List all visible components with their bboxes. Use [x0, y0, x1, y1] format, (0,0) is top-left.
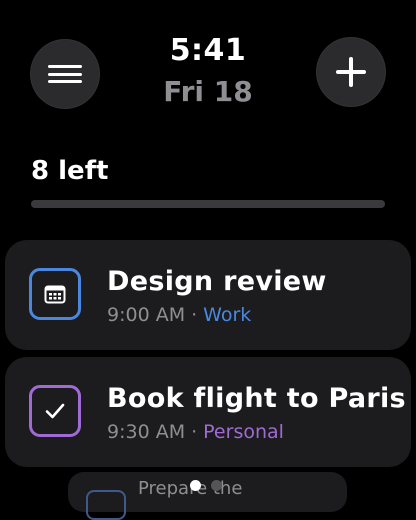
- tasks-remaining-label: 8 left: [31, 156, 109, 186]
- task-time: 9:30 AM: [107, 421, 186, 443]
- plus-icon: [336, 57, 366, 87]
- task-card-design-review[interactable]: Design review 9:00 AM · Work: [5, 240, 411, 350]
- task-meta: 9:30 AM · Personal: [107, 419, 284, 445]
- task-card-book-flight[interactable]: Book flight to Paris 9:30 AM · Personal: [5, 357, 411, 467]
- page-dot: [190, 480, 201, 491]
- task-category: Personal: [203, 421, 284, 443]
- page-dot: [211, 480, 222, 491]
- task-time: 9:00 AM: [107, 304, 186, 326]
- meta-separator: ·: [191, 304, 198, 326]
- meta-separator: ·: [191, 421, 198, 443]
- task-category: Work: [203, 304, 252, 326]
- calendar-icon: [86, 490, 126, 520]
- task-meta: 9:00 AM · Work: [107, 302, 251, 328]
- add-task-button[interactable]: [316, 37, 386, 107]
- calendar-icon: [29, 268, 81, 320]
- checkbox-icon[interactable]: [29, 385, 81, 437]
- progress-bar: [31, 200, 385, 208]
- task-title: Book flight to Paris: [107, 383, 406, 414]
- task-title: Design review: [107, 266, 327, 297]
- task-card-prepare[interactable]: Prepare the: [68, 472, 347, 520]
- page-indicator: [190, 480, 222, 491]
